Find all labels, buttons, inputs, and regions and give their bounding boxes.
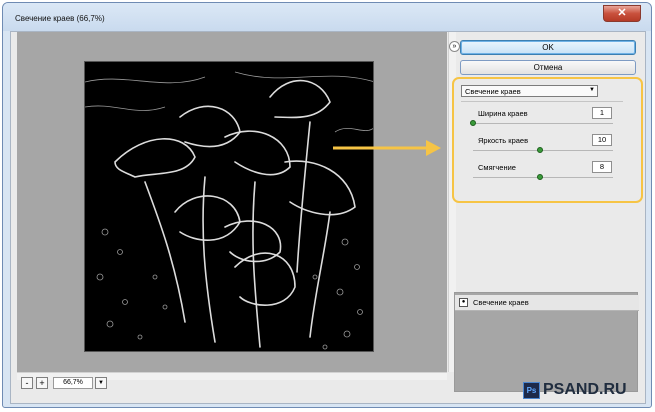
filter-dialog-window: Свечение краев (66,7%) ✕ - + 66,7% ▼ » O… (2, 2, 652, 408)
arrow-icon (333, 140, 441, 156)
watermark: Ps PSAND.RU (523, 381, 651, 405)
watermark-text: PSAND.RU (543, 381, 627, 398)
ps-logo-icon: Ps (523, 382, 540, 399)
